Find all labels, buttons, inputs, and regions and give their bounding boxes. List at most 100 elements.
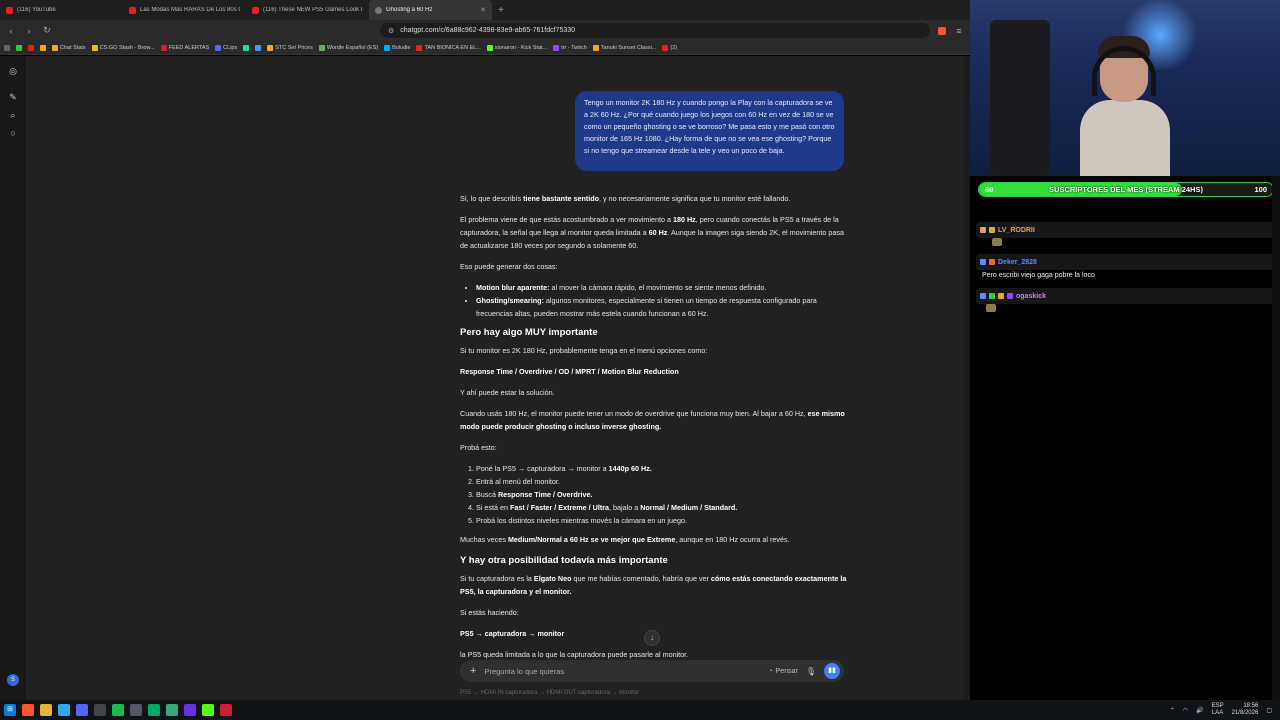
chat-app: ◎ ✎ ⌕ ○ S Tengo un monitor 2K 180 Hz y c… xyxy=(0,56,970,700)
search-icon[interactable]: ⌕ xyxy=(7,109,19,121)
tab-title: (116) These NEW PS5 Games Look I... xyxy=(263,7,363,13)
file-explorer-icon[interactable] xyxy=(40,704,52,716)
answer-paragraph: Probá esto: xyxy=(460,443,497,452)
voice-mode-button[interactable]: ▮▮ xyxy=(824,663,840,679)
chat-username[interactable]: ogaskick xyxy=(1016,293,1046,300)
bookmark-item[interactable]: sionaron - Kick Stat... xyxy=(486,44,547,51)
badge-icon xyxy=(980,259,986,265)
bookmark-item[interactable]: Boludle xyxy=(384,44,410,51)
notification-icon[interactable]: ▢ xyxy=(1266,707,1272,714)
think-toggle[interactable]: ◔ Pensar xyxy=(768,668,797,675)
bookmark-icon[interactable] xyxy=(28,44,34,51)
avatar[interactable]: S xyxy=(7,674,19,686)
close-tab-icon[interactable]: ✕ xyxy=(480,6,486,14)
apps-icon[interactable] xyxy=(4,44,10,51)
answer-bullet-list: Motion blur aparente: al mover la cámara… xyxy=(476,281,850,320)
answer-paragraph: El problema viene de que estás acostumbr… xyxy=(460,215,844,250)
bookmark-item[interactable]: FEED ALERTAS xyxy=(160,44,209,51)
screen: (116) YouTube Las Modas Más RARAS De Los… xyxy=(0,0,1280,720)
browser-tab[interactable]: (116) These NEW PS5 Games Look I... xyxy=(246,0,369,20)
app-icon[interactable] xyxy=(148,704,160,716)
openai-logo-icon[interactable]: ◎ xyxy=(7,65,19,77)
kick-icon[interactable] xyxy=(202,704,214,716)
next-line-hint: PS5 → HDMI IN capturadora → HDMI OUT cap… xyxy=(460,690,640,696)
discord-icon[interactable] xyxy=(76,704,88,716)
chat-username[interactable]: LV_RODRII xyxy=(998,227,1035,234)
app-icon[interactable] xyxy=(220,704,232,716)
forward-button[interactable]: › xyxy=(24,26,34,36)
chat-message: Deker_2828 xyxy=(976,254,1274,270)
chat-emote-row xyxy=(976,238,1274,250)
chat-message-text: Pero escribi viejo gaga pobre la loco xyxy=(982,272,1095,279)
library-icon[interactable]: ○ xyxy=(7,127,19,139)
gaming-chair xyxy=(990,20,1050,176)
app-icon[interactable] xyxy=(184,704,196,716)
start-icon[interactable]: ⊞ xyxy=(4,704,16,716)
bookmark-item[interactable]: Wordle Español (ES) xyxy=(318,44,378,51)
language-indicator[interactable]: ESP LAA xyxy=(1212,703,1224,717)
sub-goal-target: 100 xyxy=(1254,185,1267,194)
user-message-bubble: Tengo un monitor 2K 180 Hz y cuando pong… xyxy=(575,91,844,171)
emote-icon xyxy=(986,304,996,312)
new-chat-icon[interactable]: ✎ xyxy=(7,91,19,103)
bookmark-item[interactable]: STC Set Prices xyxy=(267,44,313,51)
system-tray: ⌃ ◠ 🔊 ESP LAA 18:56 21/8/2026 ▢ xyxy=(1170,700,1272,720)
chevron-up-icon[interactable]: ⌃ xyxy=(1170,707,1175,714)
new-tab-button[interactable]: + xyxy=(492,5,510,16)
message-composer[interactable]: + Pregunta lo que quieras ◔ Pensar 🎙 ▮▮ xyxy=(460,660,844,682)
chat-username[interactable]: Deker_2828 xyxy=(998,259,1037,266)
browser-tab-active[interactable]: Ghosting a 60 Hz ✕ xyxy=(369,0,492,20)
bookmark-icon[interactable] xyxy=(243,44,250,51)
answer-heading: Pero hay algo MUY importante xyxy=(460,327,598,338)
lightbulb-icon: ◔ xyxy=(768,667,773,675)
site-info-icon[interactable]: ⚙ xyxy=(388,27,394,35)
list-item: Motion blur aparente: al mover la cámara… xyxy=(476,281,850,294)
bookmark-item[interactable]: trr - Twitch xyxy=(553,44,587,51)
url-bar[interactable]: ⚙ chatgpt.com/c/6a88c962-4398-83e9-ab65-… xyxy=(380,23,930,38)
answer-paragraph: Si tu monitor es 2K 180 Hz, probablement… xyxy=(460,346,708,355)
attach-plus-icon[interactable]: + xyxy=(470,665,476,677)
wifi-icon[interactable]: ◠ xyxy=(1183,707,1188,714)
reload-button[interactable]: ↻ xyxy=(42,25,52,36)
telegram-icon[interactable] xyxy=(58,704,70,716)
bookmark-icon[interactable] xyxy=(40,44,46,51)
badge-icon xyxy=(989,259,995,265)
bookmark-item[interactable]: CS:GO Stash - Brow... xyxy=(91,44,155,51)
chat-message: ogaskick xyxy=(976,288,1274,304)
app-icon[interactable] xyxy=(166,704,178,716)
bookmark-item[interactable]: Tanuki Sunset Classi... xyxy=(592,44,656,51)
spotify-icon[interactable] xyxy=(112,704,124,716)
menu-icon[interactable]: ≡ xyxy=(954,26,964,36)
microphone-icon[interactable]: 🎙 xyxy=(806,667,816,676)
overlay-scrollbar[interactable] xyxy=(1272,176,1280,700)
bookmark-icon[interactable] xyxy=(16,44,22,51)
answer-paragraph: Cuando usás 180 Hz, el monitor puede ten… xyxy=(460,409,845,431)
obs-icon[interactable] xyxy=(94,704,106,716)
volume-icon[interactable]: 🔊 xyxy=(1196,707,1203,714)
answer-paragraph: Muchas veces Medium/Normal a 60 Hz se ve… xyxy=(460,535,790,544)
browser-tab[interactable]: (116) YouTube xyxy=(0,0,123,20)
scroll-to-bottom-button[interactable]: ↓ xyxy=(644,630,660,646)
bookmark-item[interactable]: (2) xyxy=(662,44,677,51)
bookmark-icon[interactable] xyxy=(255,44,262,51)
brave-icon[interactable] xyxy=(22,704,34,716)
clock[interactable]: 18:56 21/8/2026 xyxy=(1232,703,1259,717)
brave-shield-icon[interactable] xyxy=(938,26,946,35)
prompt-input[interactable]: Pregunta lo que quieras xyxy=(484,667,760,676)
badge-icon xyxy=(989,293,995,299)
url-text: chatgpt.com/c/6a88c962-4398-83e9-ab65-76… xyxy=(400,27,576,34)
chat-emote-row xyxy=(976,304,1274,316)
list-item: Probá los distintos niveles mientras mov… xyxy=(476,514,850,527)
bookmarks-bar: Chat Stats CS:GO Stash - Brow... FEED AL… xyxy=(0,41,970,55)
list-item: Poné la PS5 → capturadora → monitor a 14… xyxy=(476,462,850,475)
bookmark-item[interactable]: TAN BIONICA EN EL... xyxy=(416,44,481,51)
app-icon[interactable] xyxy=(130,704,142,716)
bookmark-item[interactable]: CLips xyxy=(215,44,237,51)
browser-tab[interactable]: Las Modas Más RARAS De Los 80s C... xyxy=(123,0,246,20)
badge-icon xyxy=(989,227,995,233)
bookmark-item[interactable]: Chat Stats xyxy=(52,44,86,51)
taskbar: ⊞ ⌃ ◠ 🔊 ESP LAA 18:56 21/8/2026 ▢ xyxy=(0,700,1280,720)
youtube-icon xyxy=(6,6,13,14)
browser-tab-strip: (116) YouTube Las Modas Más RARAS De Los… xyxy=(0,0,970,20)
back-button[interactable]: ‹ xyxy=(6,26,16,36)
